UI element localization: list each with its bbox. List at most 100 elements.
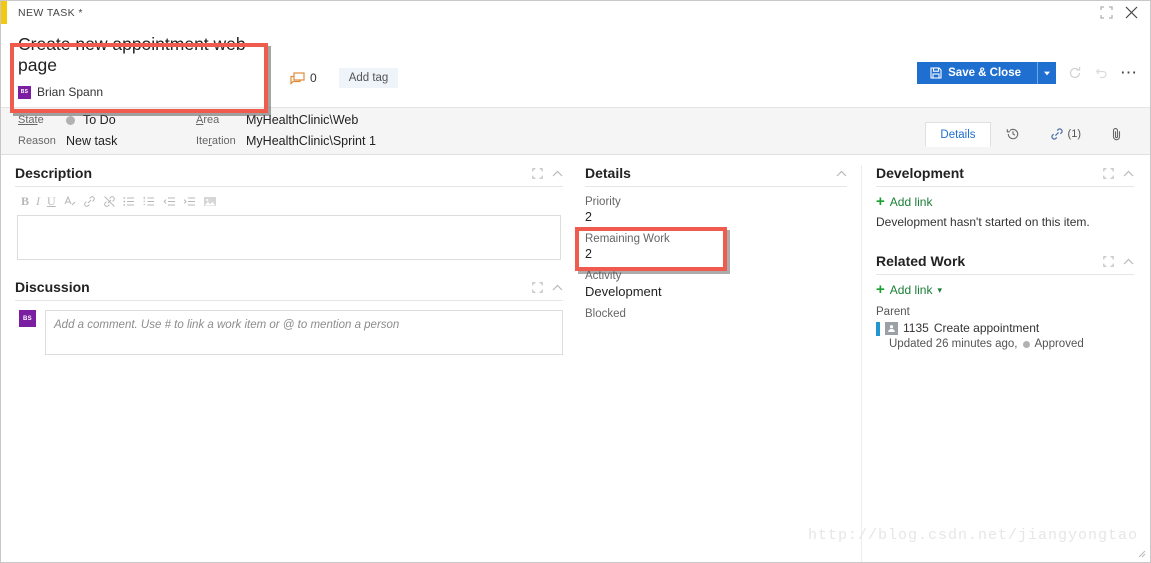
- chevron-up-icon[interactable]: [1123, 258, 1134, 265]
- remaining-work-label: Remaining Work: [585, 233, 670, 245]
- iteration-value[interactable]: MyHealthClinic\Sprint 1: [246, 134, 376, 148]
- tab-bar: Details (1): [925, 121, 1138, 147]
- italic-icon[interactable]: I: [36, 194, 40, 209]
- comment-placeholder: Add a comment. Use # to link a work item…: [54, 319, 400, 331]
- indent-icon[interactable]: [183, 195, 196, 208]
- save-and-close-button[interactable]: Save & Close: [917, 62, 1037, 84]
- expand-icon[interactable]: [1100, 6, 1113, 19]
- link-icon[interactable]: [83, 195, 96, 208]
- comment-count-value: 0: [310, 71, 317, 85]
- work-item-dialog: NEW TASK * Create new appointment web pa…: [0, 0, 1151, 563]
- chevron-up-icon[interactable]: [552, 284, 563, 291]
- development-add-link-label: Add link: [889, 195, 933, 209]
- outdent-icon[interactable]: [163, 195, 176, 208]
- state-dot-icon: [1022, 340, 1030, 348]
- comment-input[interactable]: Add a comment. Use # to link a work item…: [45, 310, 563, 355]
- chevron-up-icon[interactable]: [552, 170, 563, 177]
- parent-label: Parent: [876, 306, 910, 318]
- state-dot-icon: [66, 115, 75, 125]
- discussion-header: Discussion: [15, 279, 563, 301]
- discussion-count[interactable]: 0: [290, 71, 317, 85]
- plus-icon: +: [876, 193, 885, 210]
- parent-updated: Updated 26 minutes ago,: [889, 338, 1018, 350]
- highlight-icon[interactable]: [63, 195, 76, 208]
- unlink-icon[interactable]: [103, 195, 116, 208]
- bold-icon[interactable]: B: [21, 194, 29, 209]
- state-value-wrap[interactable]: To Do: [66, 113, 196, 127]
- parent-state: Approved: [1034, 338, 1084, 350]
- undo-icon[interactable]: [1094, 66, 1108, 80]
- work-item-title[interactable]: Create new appointment web page: [18, 30, 268, 78]
- work-item-body: Description B I U Discussion BS Add a co…: [1, 155, 1150, 562]
- expand-icon[interactable]: [1103, 167, 1114, 179]
- development-header: Development: [876, 165, 1134, 187]
- tab-attachments[interactable]: [1096, 121, 1138, 146]
- related-work-header: Related Work: [876, 253, 1134, 275]
- parent-id: 1135: [903, 321, 929, 335]
- resize-grip[interactable]: [1136, 548, 1146, 558]
- description-editor[interactable]: [17, 215, 561, 260]
- activity-value[interactable]: Development: [585, 284, 847, 299]
- window-controls: [1100, 6, 1150, 19]
- related-work-add-link-button[interactable]: + Add link ▾: [876, 281, 1134, 298]
- bullet-list-icon[interactable]: [123, 195, 136, 208]
- assigned-to[interactable]: BS Brian Spann: [18, 85, 268, 99]
- reason-value[interactable]: New task: [66, 134, 196, 148]
- header-actions: Save & Close ⋯: [917, 30, 1138, 84]
- history-icon: [1006, 127, 1020, 141]
- tab-history[interactable]: [991, 121, 1035, 146]
- comment-icon: [290, 71, 305, 85]
- image-icon[interactable]: [203, 195, 217, 208]
- tab-details-label: Details: [940, 128, 976, 141]
- description-title: Description: [15, 165, 93, 181]
- chevron-down-icon: [1044, 71, 1050, 75]
- save-and-close-label: Save & Close: [948, 67, 1021, 79]
- avatar: BS: [19, 310, 36, 327]
- plus-icon: +: [876, 281, 885, 298]
- development-title: Development: [876, 165, 964, 181]
- description-toolbar: B I U: [15, 187, 563, 215]
- tab-links[interactable]: (1): [1035, 121, 1096, 146]
- priority-label: Priority: [585, 196, 621, 208]
- tab-details[interactable]: Details: [925, 122, 991, 147]
- assignee-name: Brian Spann: [37, 85, 104, 99]
- iteration-label: Iteration: [196, 135, 236, 147]
- underline-icon[interactable]: U: [47, 194, 56, 209]
- area-value[interactable]: MyHealthClinic\Web: [246, 113, 376, 127]
- expand-icon[interactable]: [532, 281, 543, 293]
- state-value: To Do: [83, 113, 116, 127]
- link-icon: [1050, 127, 1064, 141]
- reason-label: Reason: [18, 135, 56, 147]
- expand-icon[interactable]: [1103, 255, 1114, 267]
- description-header: Description: [15, 165, 563, 187]
- right-column: Development + Add link Development hasn'…: [861, 165, 1150, 562]
- numbered-list-icon[interactable]: [143, 195, 156, 208]
- window-title: NEW TASK *: [18, 6, 83, 19]
- close-icon[interactable]: [1125, 6, 1138, 19]
- refresh-icon[interactable]: [1068, 66, 1082, 80]
- header-meta: 0 Add tag: [290, 30, 399, 88]
- development-add-link-button[interactable]: + Add link: [876, 193, 1134, 210]
- chevron-up-icon[interactable]: [836, 170, 847, 177]
- priority-value[interactable]: 2: [585, 210, 847, 224]
- more-options-icon[interactable]: ⋯: [1120, 64, 1138, 81]
- blocked-label: Blocked: [585, 308, 626, 320]
- add-tag-button[interactable]: Add tag: [338, 68, 399, 88]
- left-column: Description B I U Discussion BS Add a co…: [1, 165, 571, 562]
- title-bar: NEW TASK *: [1, 1, 1150, 91]
- attachment-icon: [1111, 127, 1123, 141]
- related-work-title: Related Work: [876, 253, 966, 269]
- state-label: State: [18, 114, 44, 126]
- activity-label: Activity: [585, 270, 622, 282]
- development-note: Development hasn't started on this item.: [876, 215, 1090, 229]
- parent-work-item[interactable]: 1135 Create appointment Updated 26 minut…: [876, 321, 1134, 350]
- remaining-work-value[interactable]: 2: [585, 247, 847, 261]
- related-work-add-link-label: Add link: [889, 283, 933, 297]
- comment-composer: BS Add a comment. Use # to link a work i…: [15, 310, 563, 355]
- work-item-color-bar: [876, 322, 880, 336]
- area-label: Area: [196, 114, 220, 126]
- expand-icon[interactable]: [532, 167, 543, 179]
- save-options-caret[interactable]: [1037, 62, 1056, 84]
- chevron-up-icon[interactable]: [1123, 170, 1134, 177]
- watermark: http://blog.csdn.net/jiangyongtao: [807, 527, 1138, 544]
